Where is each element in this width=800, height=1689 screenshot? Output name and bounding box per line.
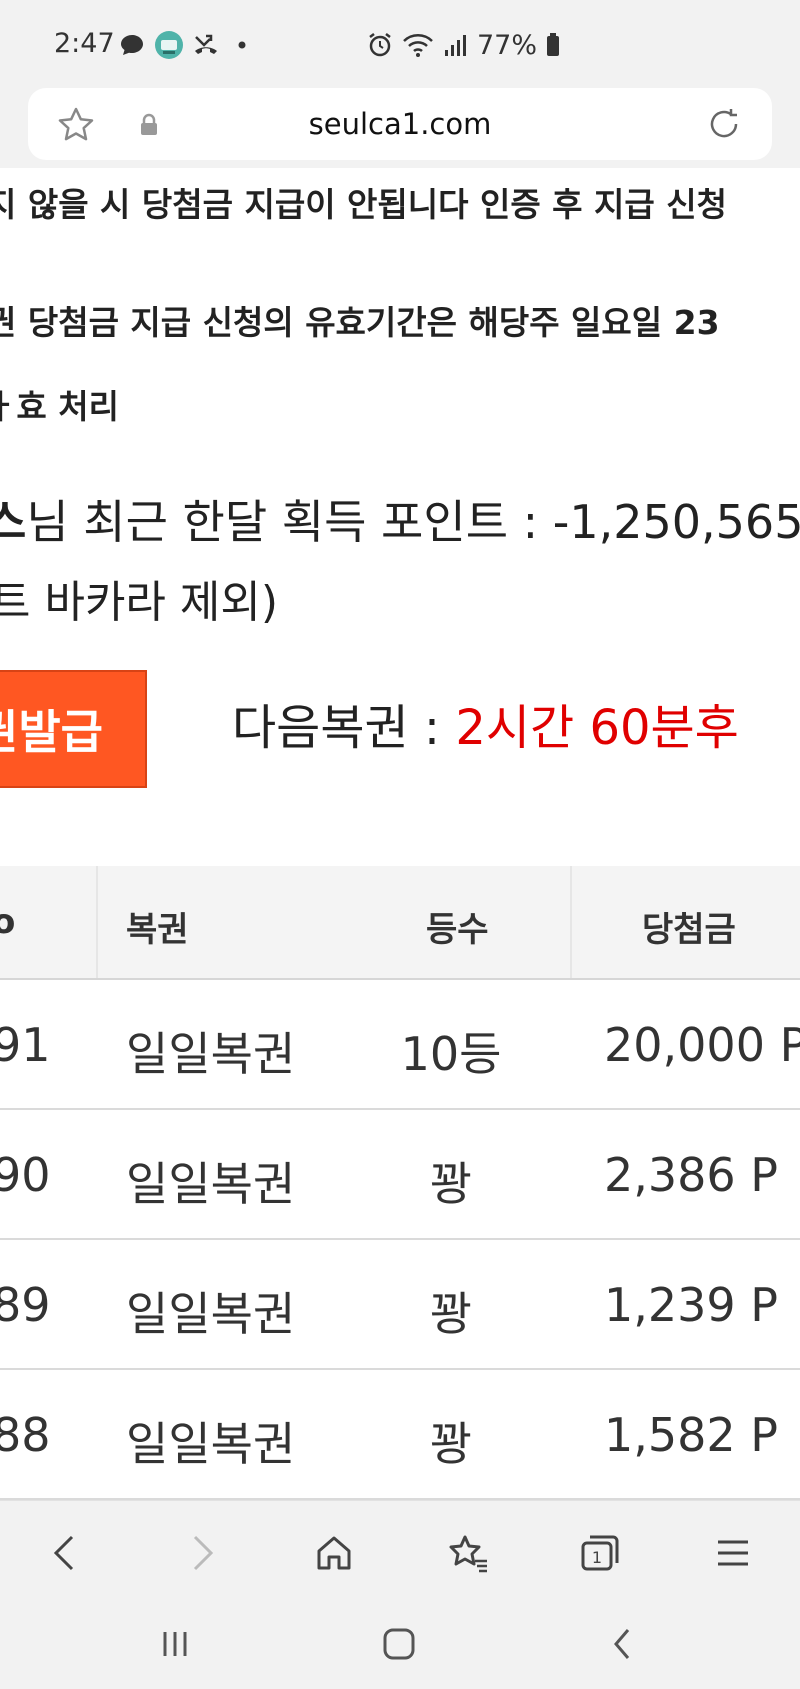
address-bar[interactable]: seulca1.com [28,88,772,160]
table-row: 90 일일복권 꽝 2,386 P [0,1110,800,1240]
browser-url-area: seulca1.com [0,88,800,168]
battery-percent: 77% [477,29,538,61]
table-row: 88 일일복권 꽝 1,582 P [0,1370,800,1500]
chat-bubble-icon [118,31,146,59]
row-prize: 1,582 P [604,1408,779,1462]
row-prize: 2,386 P [604,1148,779,1202]
header-no: o [0,902,16,942]
system-status-icons: 77% [367,28,561,62]
back-icon[interactable] [41,1529,89,1577]
points-label: 님 최근 한달 획득 포인트 : -1,250,565 [26,495,800,549]
issue-lottery-button[interactable]: 권발급 [0,670,147,788]
column-divider [570,866,572,978]
notice-line: 권 당첨금 지급 신청의 유효기간은 해당주 일요일 23 [0,303,720,342]
app-avatar-icon [154,30,184,60]
monthly-points: 스님 최근 한달 획득 포인트 : -1,250,565 [0,486,800,552]
browser-toolbar: 1 [0,1500,800,1600]
status-bar: 2:47 77% [0,0,800,88]
countdown-value: 2시간 60분후 [455,700,739,756]
alarm-icon [367,31,393,59]
lottery-history-table: o 복권 등수 당첨금 91 일일복권 10등 20,000 P 90 일일복권… [0,866,800,1500]
column-divider [96,866,98,978]
header-rank: 등수 [426,910,489,950]
points-note: 트 바카라 제외) [0,577,279,628]
notice-line: 지 않을 시 당첨금 지급이 안됩니다 인증 후 지급 신청 [0,185,727,224]
reload-icon[interactable] [704,104,744,144]
table-row: 89 일일복권 꽝 1,239 P [0,1240,800,1370]
tabs-icon[interactable]: 1 [576,1529,624,1577]
home-icon[interactable] [310,1529,358,1577]
row-prize: 1,239 P [604,1278,779,1332]
web-page: 지 않을 시 당첨금 지급이 안됩니다 인증 후 지급 신청 권 당첨금 지급 … [0,168,800,1500]
notice-line: ㅏ효 처리 [0,387,119,426]
signal-icon [443,31,469,59]
system-back-icon[interactable] [598,1622,648,1666]
home-button-icon[interactable] [374,1622,424,1666]
recent-apps-icon[interactable] [150,1622,200,1666]
next-lottery-timer: 다음복권 : 2시간 60분후 [232,688,739,758]
wifi-icon [401,31,435,59]
menu-icon[interactable] [709,1529,757,1577]
username: 스 [0,495,27,549]
forward-icon[interactable] [178,1529,226,1577]
notification-icons [118,28,256,62]
status-time: 2:47 [54,28,115,59]
system-navigation [0,1600,800,1689]
bookmarks-icon[interactable] [444,1529,492,1577]
dot-icon [228,31,256,59]
header-lottery: 복권 [126,910,189,950]
battery-icon [545,31,561,59]
table-row: 91 일일복권 10등 20,000 P [0,980,800,1110]
url-text[interactable]: seulca1.com [0,107,800,141]
next-lottery-label: 다음복권 : [232,700,456,756]
missed-call-icon [192,31,220,59]
tabs-count: 1 [592,1548,602,1567]
row-prize: 20,000 P [604,1018,800,1072]
table-header: o 복권 등수 당첨금 [0,866,800,980]
header-prize: 당첨금 [642,910,736,950]
